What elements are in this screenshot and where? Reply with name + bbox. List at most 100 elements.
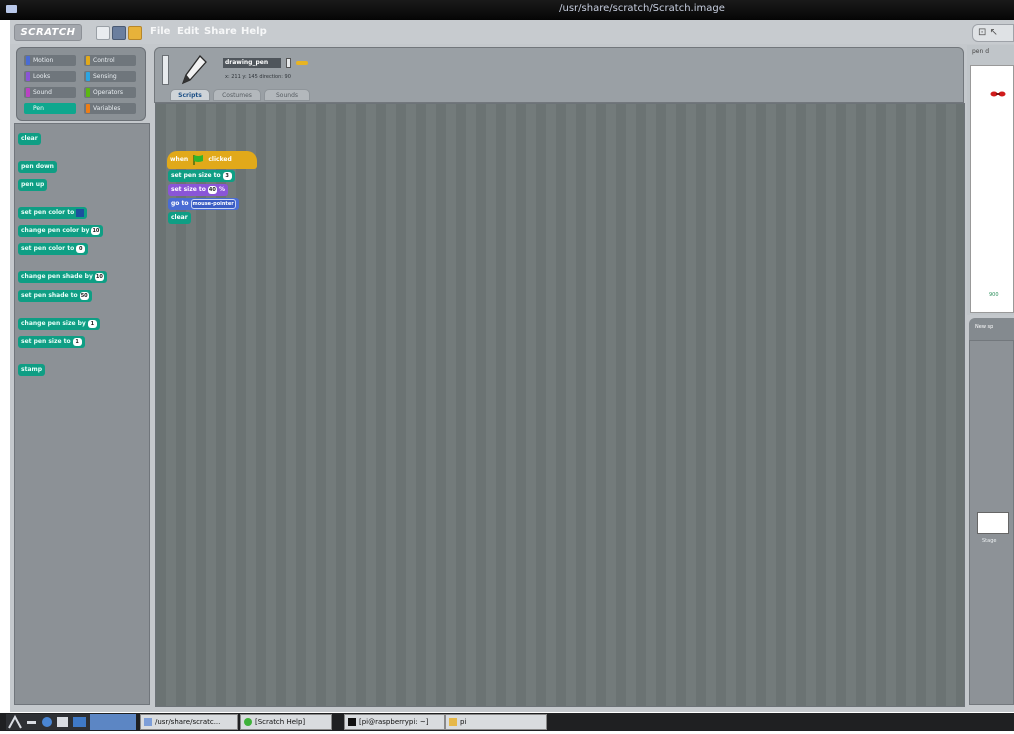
- block-label: change pen color by: [21, 227, 90, 234]
- category-label: Pen: [33, 105, 44, 112]
- presentation-mode-button[interactable]: ⊡ ↖: [972, 24, 1014, 42]
- browser-icon: [244, 718, 252, 726]
- block-label: set size to: [171, 186, 206, 193]
- block-label: when: [170, 156, 189, 163]
- menu-share[interactable]: Share: [204, 26, 237, 37]
- window-icon: [144, 718, 152, 726]
- block-label: %: [218, 186, 225, 193]
- number-slot[interactable]: 10: [94, 272, 104, 281]
- taskbar-label: [pi@raspberrypi: ~]: [359, 718, 429, 726]
- globe-icon[interactable]: [96, 26, 110, 40]
- pen-swatch: [26, 104, 30, 113]
- number-slot[interactable]: 0: [76, 244, 86, 253]
- category-sensing[interactable]: Sensing: [84, 71, 136, 82]
- category-label: Variables: [93, 105, 121, 112]
- control-swatch: [86, 56, 90, 65]
- start-menu[interactable]: [6, 714, 90, 730]
- palette-block-set-pen-color[interactable]: set pen color to: [18, 207, 88, 219]
- window-title: /usr/share/scratch/Scratch.image: [559, 3, 725, 14]
- pen-color-indicator: [296, 61, 308, 65]
- tab-scripts[interactable]: Scripts: [170, 89, 210, 101]
- share-icon[interactable]: [128, 26, 142, 40]
- block-label: go to: [171, 200, 189, 207]
- block-label: set pen color to: [21, 209, 75, 216]
- taskbar-label: [Scratch Help]: [255, 718, 306, 726]
- category-control[interactable]: Control: [84, 55, 136, 66]
- number-slot[interactable]: 1: [72, 337, 82, 346]
- palette-block-change-pen-color[interactable]: change pen color by 10: [18, 225, 104, 237]
- palette-block-change-pen-shade[interactable]: change pen shade by 10: [18, 271, 107, 283]
- desktop-pager[interactable]: [90, 714, 136, 730]
- sound-swatch: [26, 88, 30, 97]
- stage-monitor: 900: [989, 292, 999, 298]
- looks-swatch: [26, 72, 30, 81]
- palette-block-change-pen-size[interactable]: change pen size by 1: [18, 318, 100, 330]
- color-swatch[interactable]: [76, 208, 85, 217]
- scripts-area[interactable]: [155, 103, 965, 707]
- category-operators[interactable]: Operators: [84, 87, 136, 98]
- block-label: clicked: [208, 156, 232, 163]
- stage-thumbnail[interactable]: [977, 512, 1009, 534]
- pencil-sprite-icon[interactable]: [178, 53, 210, 87]
- menu-help[interactable]: Help: [241, 26, 267, 37]
- terminal-icon: [348, 718, 356, 726]
- number-slot[interactable]: 3: [222, 171, 232, 180]
- sensing-swatch: [86, 72, 90, 81]
- tab-sounds[interactable]: Sounds: [264, 89, 310, 101]
- script-block-set-pen-size[interactable]: set pen size to 3: [168, 170, 235, 182]
- new-sprite-header: New sp: [969, 318, 1014, 340]
- pen-sprite-on-stage[interactable]: [990, 82, 1010, 97]
- rotation-style-buttons[interactable]: [162, 55, 169, 85]
- category-label: Looks: [33, 73, 51, 80]
- palette-block-pen-down[interactable]: pen down: [18, 161, 57, 173]
- palette-block-set-pen-color-number[interactable]: set pen color to 0: [18, 243, 89, 255]
- block-label: set pen shade to: [21, 292, 78, 299]
- taskbar-label: /usr/share/scratc...: [155, 718, 221, 726]
- script-block-when-flag-clicked[interactable]: when clicked: [167, 151, 257, 169]
- taskbar-label: pi: [460, 718, 467, 726]
- operators-swatch: [86, 88, 90, 97]
- number-slot[interactable]: 10: [91, 226, 101, 235]
- script-block-clear[interactable]: clear: [168, 212, 191, 224]
- taskbar-file-manager[interactable]: pi: [445, 714, 547, 730]
- category-motion[interactable]: Motion: [24, 55, 76, 66]
- number-slot[interactable]: 40: [207, 185, 217, 194]
- block-label: set pen size to: [21, 338, 71, 345]
- block-label: change pen size by: [21, 320, 86, 327]
- taskbar-scratch-window[interactable]: /usr/share/scratc...: [140, 714, 238, 730]
- script-block-set-size[interactable]: set size to 40 %: [168, 184, 228, 196]
- green-flag-icon: [192, 154, 204, 165]
- script-block-go-to[interactable]: go to mouse-pointer: [168, 198, 239, 210]
- taskbar-scratch-help[interactable]: [Scratch Help]: [240, 714, 332, 730]
- number-slot[interactable]: 50: [79, 291, 89, 300]
- variables-swatch: [86, 104, 90, 113]
- tab-costumes[interactable]: Costumes: [213, 89, 261, 101]
- palette-block-set-pen-size[interactable]: set pen size to 1: [18, 336, 85, 348]
- block-label: change pen shade by: [21, 273, 93, 280]
- menu-edit[interactable]: Edit: [177, 26, 199, 37]
- palette-block-pen-up[interactable]: pen up: [18, 179, 48, 191]
- stage-thumbnail-label: Stage: [982, 538, 997, 544]
- scratch-logo: SCRATCH: [14, 24, 82, 41]
- palette-block-stamp[interactable]: stamp: [18, 364, 46, 376]
- menu-file[interactable]: File: [150, 26, 170, 37]
- lock-icon[interactable]: [286, 58, 291, 68]
- sprite-name-field[interactable]: drawing_pen: [223, 58, 281, 68]
- number-slot[interactable]: 1: [87, 319, 97, 328]
- palette-block-set-pen-shade[interactable]: set pen shade to 50: [18, 290, 92, 302]
- category-label: Sensing: [93, 73, 117, 80]
- category-label: Sound: [33, 89, 52, 96]
- category-sound[interactable]: Sound: [24, 87, 76, 98]
- taskbar-terminal[interactable]: [pi@raspberrypi: ~]: [344, 714, 445, 730]
- save-icon[interactable]: [112, 26, 126, 40]
- palette-block-clear[interactable]: clear: [18, 133, 41, 145]
- window-title-bar: /usr/share/scratch/Scratch.image: [0, 0, 1014, 20]
- window-menu-icon[interactable]: [6, 5, 17, 13]
- category-variables[interactable]: Variables: [84, 103, 136, 114]
- stage[interactable]: [970, 65, 1014, 313]
- category-looks[interactable]: Looks: [24, 71, 76, 82]
- motion-swatch: [26, 56, 30, 65]
- go-to-dropdown[interactable]: mouse-pointer: [190, 198, 236, 209]
- sprite-position-info: x: 211 y: 145 direction: 90: [225, 74, 291, 80]
- category-pen[interactable]: Pen: [24, 103, 76, 114]
